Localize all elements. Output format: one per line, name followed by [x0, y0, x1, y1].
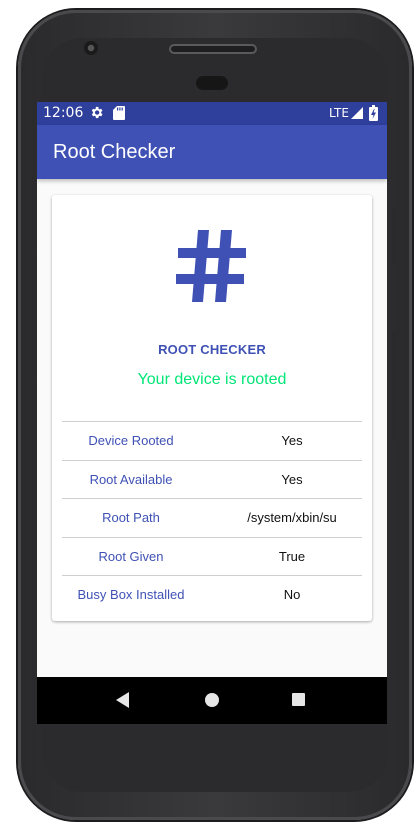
row-label: Busy Box Installed — [77, 587, 185, 603]
table-row: Root Path /system/xbin/su — [62, 498, 362, 537]
row-value: Yes — [281, 433, 303, 448]
hash-icon — [176, 230, 246, 302]
row-value: No — [283, 587, 301, 603]
proximity-sensor — [196, 76, 228, 90]
card-heading: ROOT CHECKER — [158, 342, 266, 357]
status-time: 12:06 — [43, 105, 84, 121]
row-value: True — [278, 548, 306, 564]
table-row: Root Given True — [62, 536, 362, 576]
app-bar: Root Checker — [37, 125, 387, 179]
table-row: Device Rooted Yes — [62, 421, 362, 460]
row-label: Device Rooted — [88, 433, 174, 448]
screen: 12:06 LTE Root Checker ROOT CHECKER Your… — [37, 102, 387, 724]
recents-icon[interactable] — [292, 693, 305, 706]
root-info-table: Device Rooted Yes Root Available Yes Roo… — [62, 421, 362, 614]
gear-icon — [91, 106, 103, 119]
network-type: LTE — [329, 106, 349, 120]
sd-card-icon — [113, 106, 125, 120]
row-value: Yes — [281, 471, 303, 487]
front-camera — [84, 41, 98, 55]
app-title: Root Checker — [53, 141, 176, 163]
home-icon[interactable] — [205, 693, 219, 707]
row-value: /system/xbin/su — [247, 510, 337, 526]
root-status-card: ROOT CHECKER Your device is rooted Devic… — [52, 195, 372, 621]
row-label: Root Given — [98, 548, 164, 564]
back-icon[interactable] — [115, 692, 131, 708]
volume-button — [392, 330, 397, 440]
table-row: Busy Box Installed No — [62, 575, 362, 614]
row-label: Root Path — [102, 510, 160, 526]
row-label: Root Available — [89, 471, 173, 487]
signal-icon — [351, 107, 363, 119]
navigation-bar — [37, 677, 387, 724]
earpiece-speaker — [169, 44, 257, 54]
root-status-message: Your device is rooted — [137, 371, 287, 388]
status-bar: 12:06 LTE — [37, 102, 387, 125]
power-button — [392, 208, 397, 264]
battery-icon — [369, 105, 378, 121]
table-row: Root Available Yes — [62, 459, 362, 499]
